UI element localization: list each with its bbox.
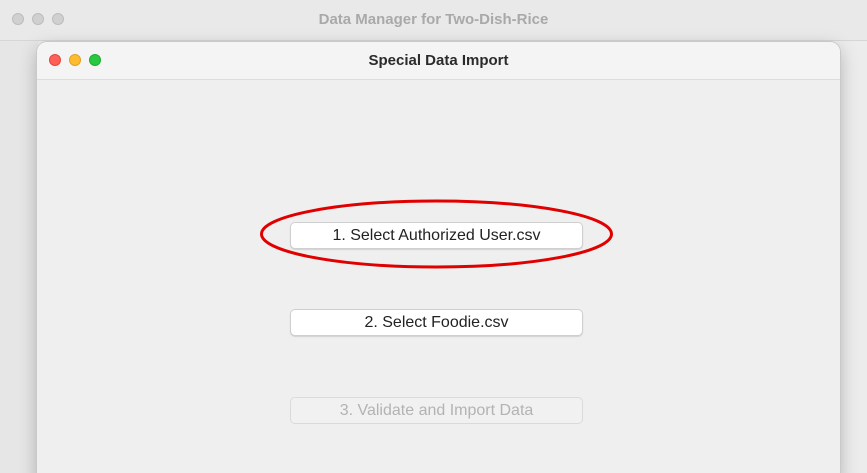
validate-import-button: 3. Validate and Import Data	[290, 397, 583, 424]
select-authorized-user-button[interactable]: 1. Select Authorized User.csv	[290, 222, 583, 249]
special-data-import-window: Special Data Import 1. Select Authorized…	[37, 42, 840, 473]
dialog-titlebar: Special Data Import	[37, 42, 840, 80]
background-window-edge	[0, 41, 38, 473]
background-window-titlebar: Data Manager for Two-Dish-Rice	[0, 0, 867, 41]
select-foodie-button[interactable]: 2. Select Foodie.csv	[290, 309, 583, 336]
background-window-title: Data Manager for Two-Dish-Rice	[318, 11, 549, 28]
dialog-title: Special Data Import	[368, 52, 509, 69]
